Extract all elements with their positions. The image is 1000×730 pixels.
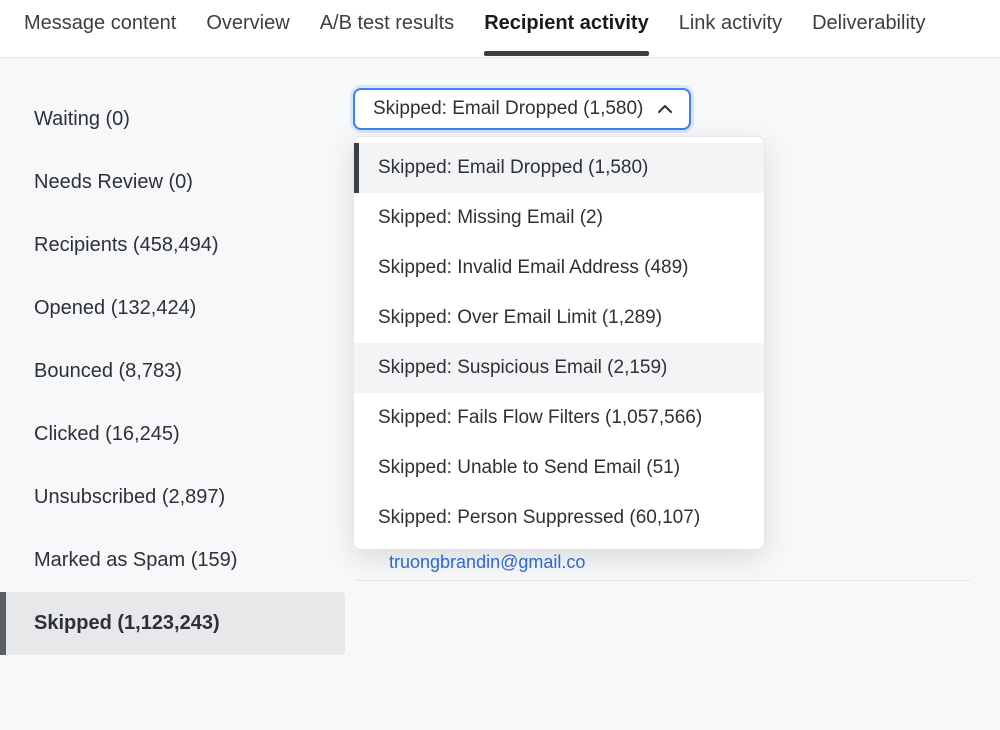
dropdown-option-missing-email[interactable]: Skipped: Missing Email (2) <box>354 193 764 243</box>
tab-ab-test-results[interactable]: A/B test results <box>320 12 455 55</box>
skip-reason-selected-label: Skipped: Email Dropped (1,580) <box>373 98 643 120</box>
sidebar-item-waiting[interactable]: Waiting (0) <box>0 88 345 151</box>
sidebar-item-skipped[interactable]: Skipped (1,123,243) <box>0 592 345 655</box>
recipient-email-link[interactable]: truongbrandin@gmail.co <box>389 552 585 573</box>
tab-link-activity[interactable]: Link activity <box>679 12 782 55</box>
sidebar-item-needs-review[interactable]: Needs Review (0) <box>0 151 345 214</box>
sidebar-item-marked-as-spam[interactable]: Marked as Spam (159) <box>0 529 345 592</box>
tab-recipient-activity[interactable]: Recipient activity <box>484 12 649 55</box>
chevron-up-icon <box>657 101 673 117</box>
sidebar-item-clicked[interactable]: Clicked (16,245) <box>0 403 345 466</box>
tab-message-content[interactable]: Message content <box>24 12 176 55</box>
sidebar-item-bounced[interactable]: Bounced (8,783) <box>0 340 345 403</box>
tab-bar: Message content Overview A/B test result… <box>0 0 1000 58</box>
dropdown-option-invalid-email-address[interactable]: Skipped: Invalid Email Address (489) <box>354 243 764 293</box>
tab-deliverability[interactable]: Deliverability <box>812 12 925 55</box>
dropdown-option-person-suppressed[interactable]: Skipped: Person Suppressed (60,107) <box>354 493 764 543</box>
sidebar-item-unsubscribed[interactable]: Unsubscribed (2,897) <box>0 466 345 529</box>
dropdown-option-suspicious-email[interactable]: Skipped: Suspicious Email (2,159) <box>354 343 764 393</box>
list-divider <box>355 580 970 581</box>
dropdown-option-fails-flow-filters[interactable]: Skipped: Fails Flow Filters (1,057,566) <box>354 393 764 443</box>
main-panel: truongbrandin@gmail.co Skipped: Email Dr… <box>345 58 1000 730</box>
dropdown-option-unable-to-send-email[interactable]: Skipped: Unable to Send Email (51) <box>354 443 764 493</box>
dropdown-option-over-email-limit[interactable]: Skipped: Over Email Limit (1,289) <box>354 293 764 343</box>
sidebar-item-recipients[interactable]: Recipients (458,494) <box>0 214 345 277</box>
tab-overview[interactable]: Overview <box>206 12 289 55</box>
skip-reason-dropdown-panel: Skipped: Email Dropped (1,580) Skipped: … <box>353 136 765 550</box>
body: Waiting (0) Needs Review (0) Recipients … <box>0 58 1000 730</box>
recipient-activity-sidebar: Waiting (0) Needs Review (0) Recipients … <box>0 58 345 730</box>
sidebar-item-opened[interactable]: Opened (132,424) <box>0 277 345 340</box>
skip-reason-dropdown-trigger[interactable]: Skipped: Email Dropped (1,580) <box>353 88 691 130</box>
dropdown-option-email-dropped[interactable]: Skipped: Email Dropped (1,580) <box>354 143 764 193</box>
